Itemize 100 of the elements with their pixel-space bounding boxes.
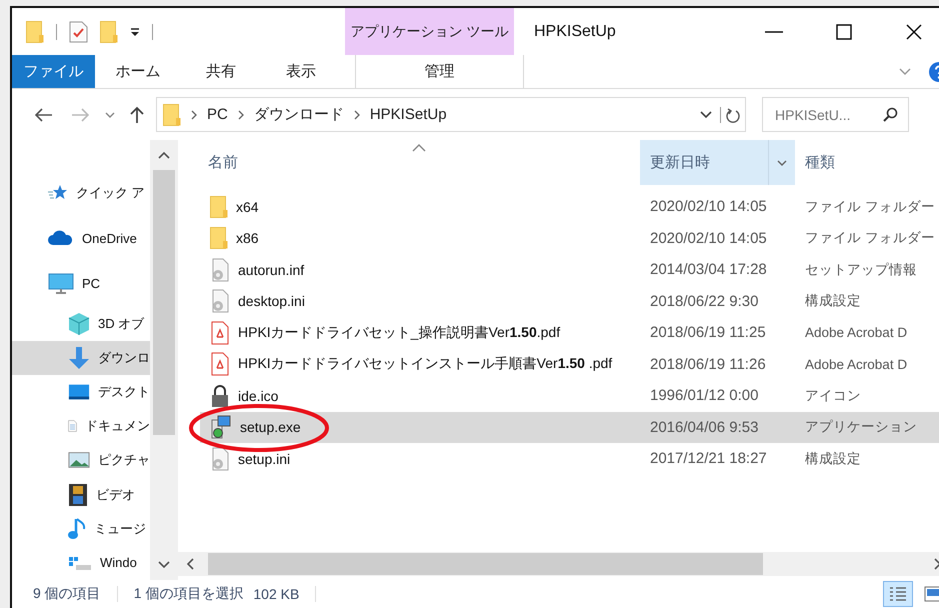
nav-item[interactable]: ミュージ [12,512,150,546]
properties-icon[interactable] [69,20,88,42]
nav-item[interactable]: PC [12,261,150,307]
file-name: setup.ini [238,450,290,467]
file-row[interactable]: setup.exe 2016/04/06 9:53 アプリケーション [200,412,939,443]
modified-date: 2020/02/10 14:05 [649,230,768,247]
file-name: x86 [236,230,259,246]
desktop-icon [68,382,90,402]
column-header[interactable]: 更新日時 [640,140,795,185]
details-view-button[interactable] [883,581,913,607]
file-row[interactable]: x86 2020/02/10 14:05 ファイル フォルダー [200,222,939,254]
file-type: 構成設定 [804,450,862,468]
nav-item[interactable]: ダウンロ [12,340,150,376]
scrollbar-thumb[interactable] [153,170,175,435]
settings-file-icon [210,289,230,314]
lock-file-icon [210,384,230,408]
back-arrow-icon [35,108,53,122]
file-name: HPKIカードドライバセットインストール手順書Ver1.50 .pdf [238,355,612,374]
file-row[interactable]: x64 2020/02/10 14:05 ファイル フォルダー [200,191,939,222]
nav-item[interactable]: ドキュメン [12,409,150,444]
chevron-left-icon [186,558,194,570]
window-title: HPKISetUp [534,22,616,40]
modified-date: 1996/01/12 0:00 [649,387,760,404]
breadcrumb[interactable]: HPKISetUp [370,106,447,123]
drive-icon [68,556,92,570]
file-type: アイコン [804,386,862,405]
pdf-file-icon [210,320,230,345]
pictures-icon [68,451,90,470]
nav-item[interactable]: クイック ア [12,170,150,216]
chevron-down-icon [700,110,712,118]
selection-info: 1 個の項目を選択 [134,585,244,603]
column-dropdown-icon [777,160,787,166]
breadcrumb-chevron-icon [191,110,197,120]
file-name: x64 [236,198,259,215]
search-icon [882,106,898,122]
pdf-file-icon [210,352,230,376]
music-note-icon [68,516,86,541]
column-header[interactable]: 名前 [200,140,640,185]
ribbon-tab[interactable]: 管理 [355,55,524,88]
ribbon-tab[interactable]: 表示 [261,55,341,88]
chevron-up-icon [158,151,170,159]
breadcrumb[interactable]: ダウンロード [254,105,344,124]
modified-date: 2018/06/19 11:26 [649,356,767,373]
file-row[interactable]: HPKIカードドライバセットインストール手順書Ver1.50 .pdf 2018/06/19 11:26 Adobe Acrobat D [200,348,939,380]
file-name: autorun.inf [238,262,304,278]
file-name: desktop.ini [238,293,305,310]
file-name: HPKIカードドライバセット_操作説明書Ver1.50.pdf [238,324,560,342]
horizontal-scrollbar-thumb[interactable] [208,553,763,575]
ribbon-tab[interactable]: ホーム [95,55,181,88]
selection-size: 102 KB [253,586,300,602]
column-header[interactable]: 種類 [795,140,939,185]
folder-icon [26,20,44,42]
details-list-icon [889,586,907,602]
close-icon [906,24,922,40]
file-name: setup.exe [240,419,301,436]
nav-item[interactable]: Windo [12,546,150,580]
context-group-label: アプリケーション ツール [345,8,514,55]
nav-item[interactable]: ビデオ [12,478,150,512]
file-row[interactable]: autorun.inf 2014/03/04 17:28 セットアップ情報 [200,254,939,286]
refresh-icon [726,106,740,122]
ribbon-tab[interactable]: 共有 [181,55,261,88]
file-row[interactable]: setup.ini 2017/12/21 18:27 構成設定 [200,443,939,474]
file-row[interactable]: HPKIカードドライバセット_操作説明書Ver1.50.pdf 2018/06/19 11:25 Adobe Acrobat D [200,317,939,348]
settings-file-icon [210,446,230,471]
search-field[interactable]: HPKISetU... [762,97,909,132]
folder-icon [163,104,181,126]
star-icon [48,184,68,202]
dropdown-icon[interactable] [130,26,140,36]
file-type: ファイル フォルダー [804,229,936,248]
modified-date: 2016/04/06 9:53 [649,418,760,436]
download-icon [68,346,90,370]
modified-date: 2017/12/21 18:27 [649,450,768,468]
nav-item[interactable]: OneDrive [12,216,150,262]
nav-item[interactable]: ピクチャ [12,443,150,478]
folder-icon [210,196,228,218]
breadcrumb-chevron-icon [354,110,360,120]
settings-file-icon [210,258,230,282]
minimize-icon [765,30,783,34]
modified-date: 2020/02/10 14:05 [649,198,768,216]
installer-icon [210,415,232,440]
file-name: ide.ico [238,388,278,404]
nav-item[interactable]: デスクト [12,375,150,410]
sort-caret-icon [412,144,426,152]
file-type: アプリケーション [804,418,918,436]
breadcrumb[interactable]: PC [207,106,228,123]
file-type: Adobe Acrobat D [804,325,908,340]
forward-arrow-icon [71,108,89,122]
modified-date: 2018/06/19 11:25 [649,324,767,342]
nav-item[interactable]: 3D オブ [12,306,150,341]
address-bar[interactable]: PC ダウンロード HPKISetUp [156,97,746,132]
folder-icon [210,227,228,250]
chevron-down-icon [105,112,115,118]
modified-date: 2014/03/04 17:28 [649,261,768,278]
cube-icon [68,312,90,336]
file-row[interactable]: desktop.ini 2018/06/22 9:30 構成設定 [200,286,939,317]
file-row[interactable]: ide.ico 1996/01/12 0:00 アイコン [200,380,939,412]
modified-date: 2018/06/22 9:30 [649,292,760,310]
file-type: セットアップ情報 [804,260,918,279]
file-type: Adobe Acrobat D [804,356,908,372]
ribbon-tab[interactable]: ファイル [12,55,95,88]
